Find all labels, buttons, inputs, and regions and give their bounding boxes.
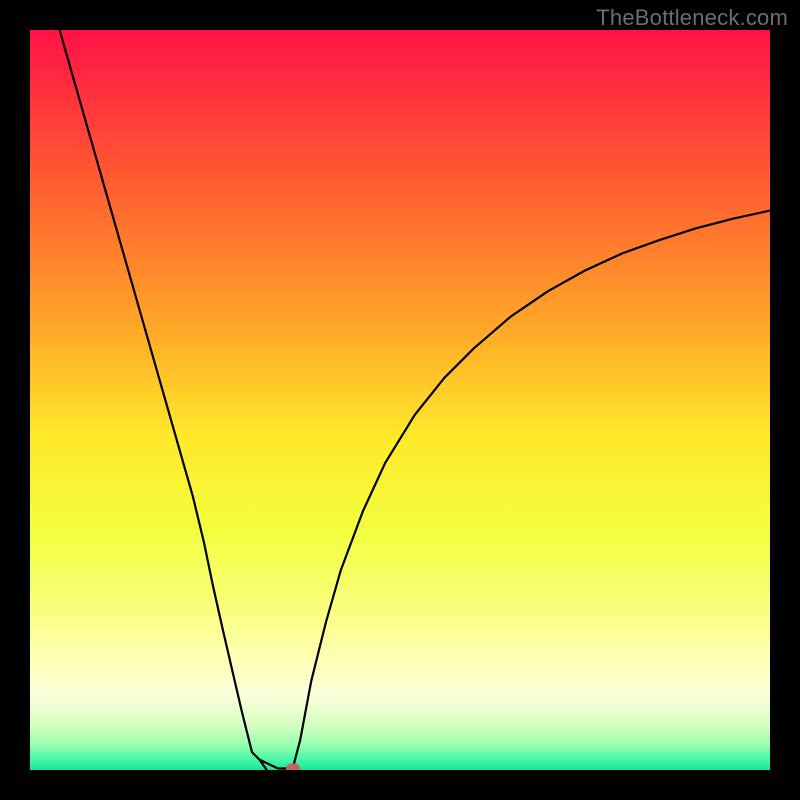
figure-container: TheBottleneck.com bbox=[0, 0, 800, 800]
minimum-point-marker bbox=[286, 763, 300, 770]
bottleneck-chart bbox=[30, 30, 770, 770]
plot-area bbox=[30, 30, 770, 770]
gradient-background bbox=[30, 30, 770, 770]
plot-inner bbox=[30, 30, 770, 770]
watermark-text: TheBottleneck.com bbox=[596, 5, 788, 31]
